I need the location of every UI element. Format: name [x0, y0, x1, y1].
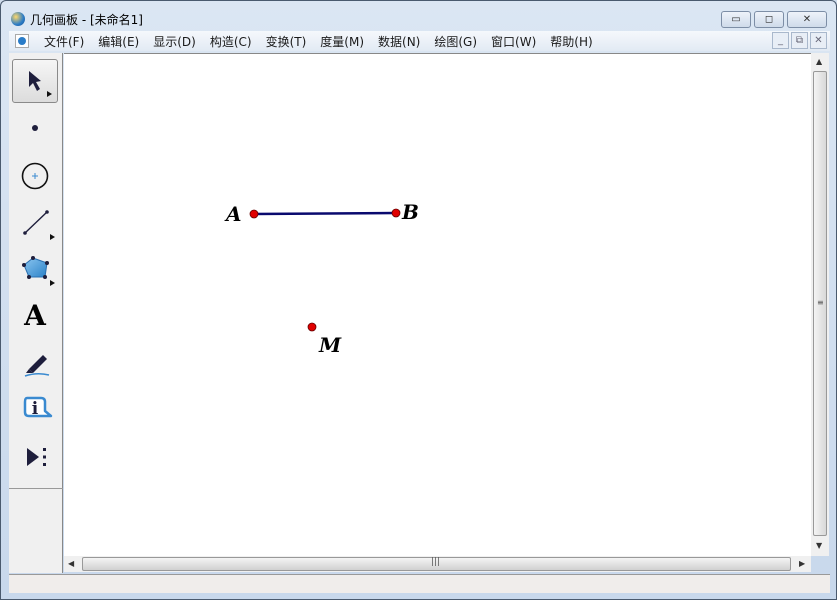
doc-close-button[interactable]: ✕ [810, 32, 827, 49]
window-title: 几何画板 - [未命名1] [30, 12, 143, 27]
custom-tools[interactable] [12, 435, 58, 479]
segment-ab[interactable] [253, 211, 397, 216]
menu-graph[interactable]: 绘图(G) [427, 33, 484, 50]
point-a[interactable] [249, 209, 259, 219]
vertical-scrollbar[interactable]: ▲ ≡ ▼ [811, 53, 829, 556]
menu-transform[interactable]: 变换(T) [259, 33, 314, 50]
label-a[interactable]: A [226, 202, 242, 226]
menu-bar: 文件(F) 编辑(E) 显示(D) 构造(C) 变换(T) 度量(M) 数据(N… [9, 31, 830, 51]
point-icon [32, 125, 38, 131]
text-icon: A [24, 298, 46, 332]
title-bar: 几何画板 - [未命名1] [11, 10, 143, 28]
doc-restore-button[interactable]: ⧉ [791, 32, 808, 49]
scroll-right-icon[interactable]: ▶ [799, 559, 805, 568]
scroll-up-icon[interactable]: ▲ [816, 57, 822, 66]
close-button[interactable]: ✕ [787, 11, 827, 28]
maximize-button[interactable]: ◻ [754, 11, 784, 28]
point-m[interactable] [307, 322, 317, 332]
app-window: 几何画板 - [未命名1] ▭ ◻ ✕ 文件(F) 编辑(E) 显示(D) 构造… [0, 0, 837, 600]
arrow-icon [29, 71, 52, 97]
point-b[interactable] [391, 208, 401, 218]
text-tool[interactable]: A [12, 293, 58, 337]
minimize-button[interactable]: ▭ [721, 11, 751, 28]
circle-icon [21, 162, 49, 190]
straightedge-tool[interactable] [12, 201, 58, 245]
marker-icon [24, 355, 50, 377]
menu-display[interactable]: 显示(D) [146, 33, 203, 50]
scroll-left-icon[interactable]: ◀ [68, 559, 74, 568]
marker-tool[interactable] [12, 341, 58, 385]
compass-tool[interactable] [12, 153, 58, 197]
info-icon: i [23, 396, 53, 419]
svg-text:i: i [32, 399, 39, 419]
segment-icon [23, 210, 55, 240]
menu-window[interactable]: 窗口(W) [484, 33, 543, 50]
menu-file[interactable]: 文件(F) [37, 33, 91, 50]
menu-construct[interactable]: 构造(C) [203, 33, 259, 50]
menu-help[interactable]: 帮助(H) [543, 33, 599, 50]
sketch-canvas[interactable]: A B M [64, 53, 811, 556]
vertical-scroll-thumb[interactable]: ≡ [813, 71, 827, 536]
toolbox-divider [9, 488, 63, 489]
menu-edit[interactable]: 编辑(E) [91, 33, 146, 50]
doc-minimize-button[interactable]: _ [772, 32, 789, 49]
play-more-icon [27, 448, 46, 466]
horizontal-scroll-thumb[interactable]: ||| [82, 557, 791, 571]
toolbox: A i [9, 53, 63, 573]
point-tool[interactable] [12, 105, 58, 149]
menu-data[interactable]: 数据(N) [371, 33, 427, 50]
label-b[interactable]: B [402, 200, 419, 224]
app-icon [11, 12, 25, 26]
information-tool[interactable]: i [12, 387, 58, 431]
menu-measure[interactable]: 度量(M) [313, 33, 371, 50]
scroll-down-icon[interactable]: ▼ [816, 541, 822, 550]
horizontal-scrollbar[interactable]: ◀ ||| ▶ [64, 556, 811, 572]
polygon-tool[interactable] [12, 247, 58, 291]
document-icon[interactable] [15, 34, 29, 48]
polygon-icon [22, 256, 55, 286]
selection-arrow-tool[interactable] [12, 59, 58, 103]
label-m[interactable]: M [319, 333, 341, 357]
status-bar [9, 574, 830, 593]
